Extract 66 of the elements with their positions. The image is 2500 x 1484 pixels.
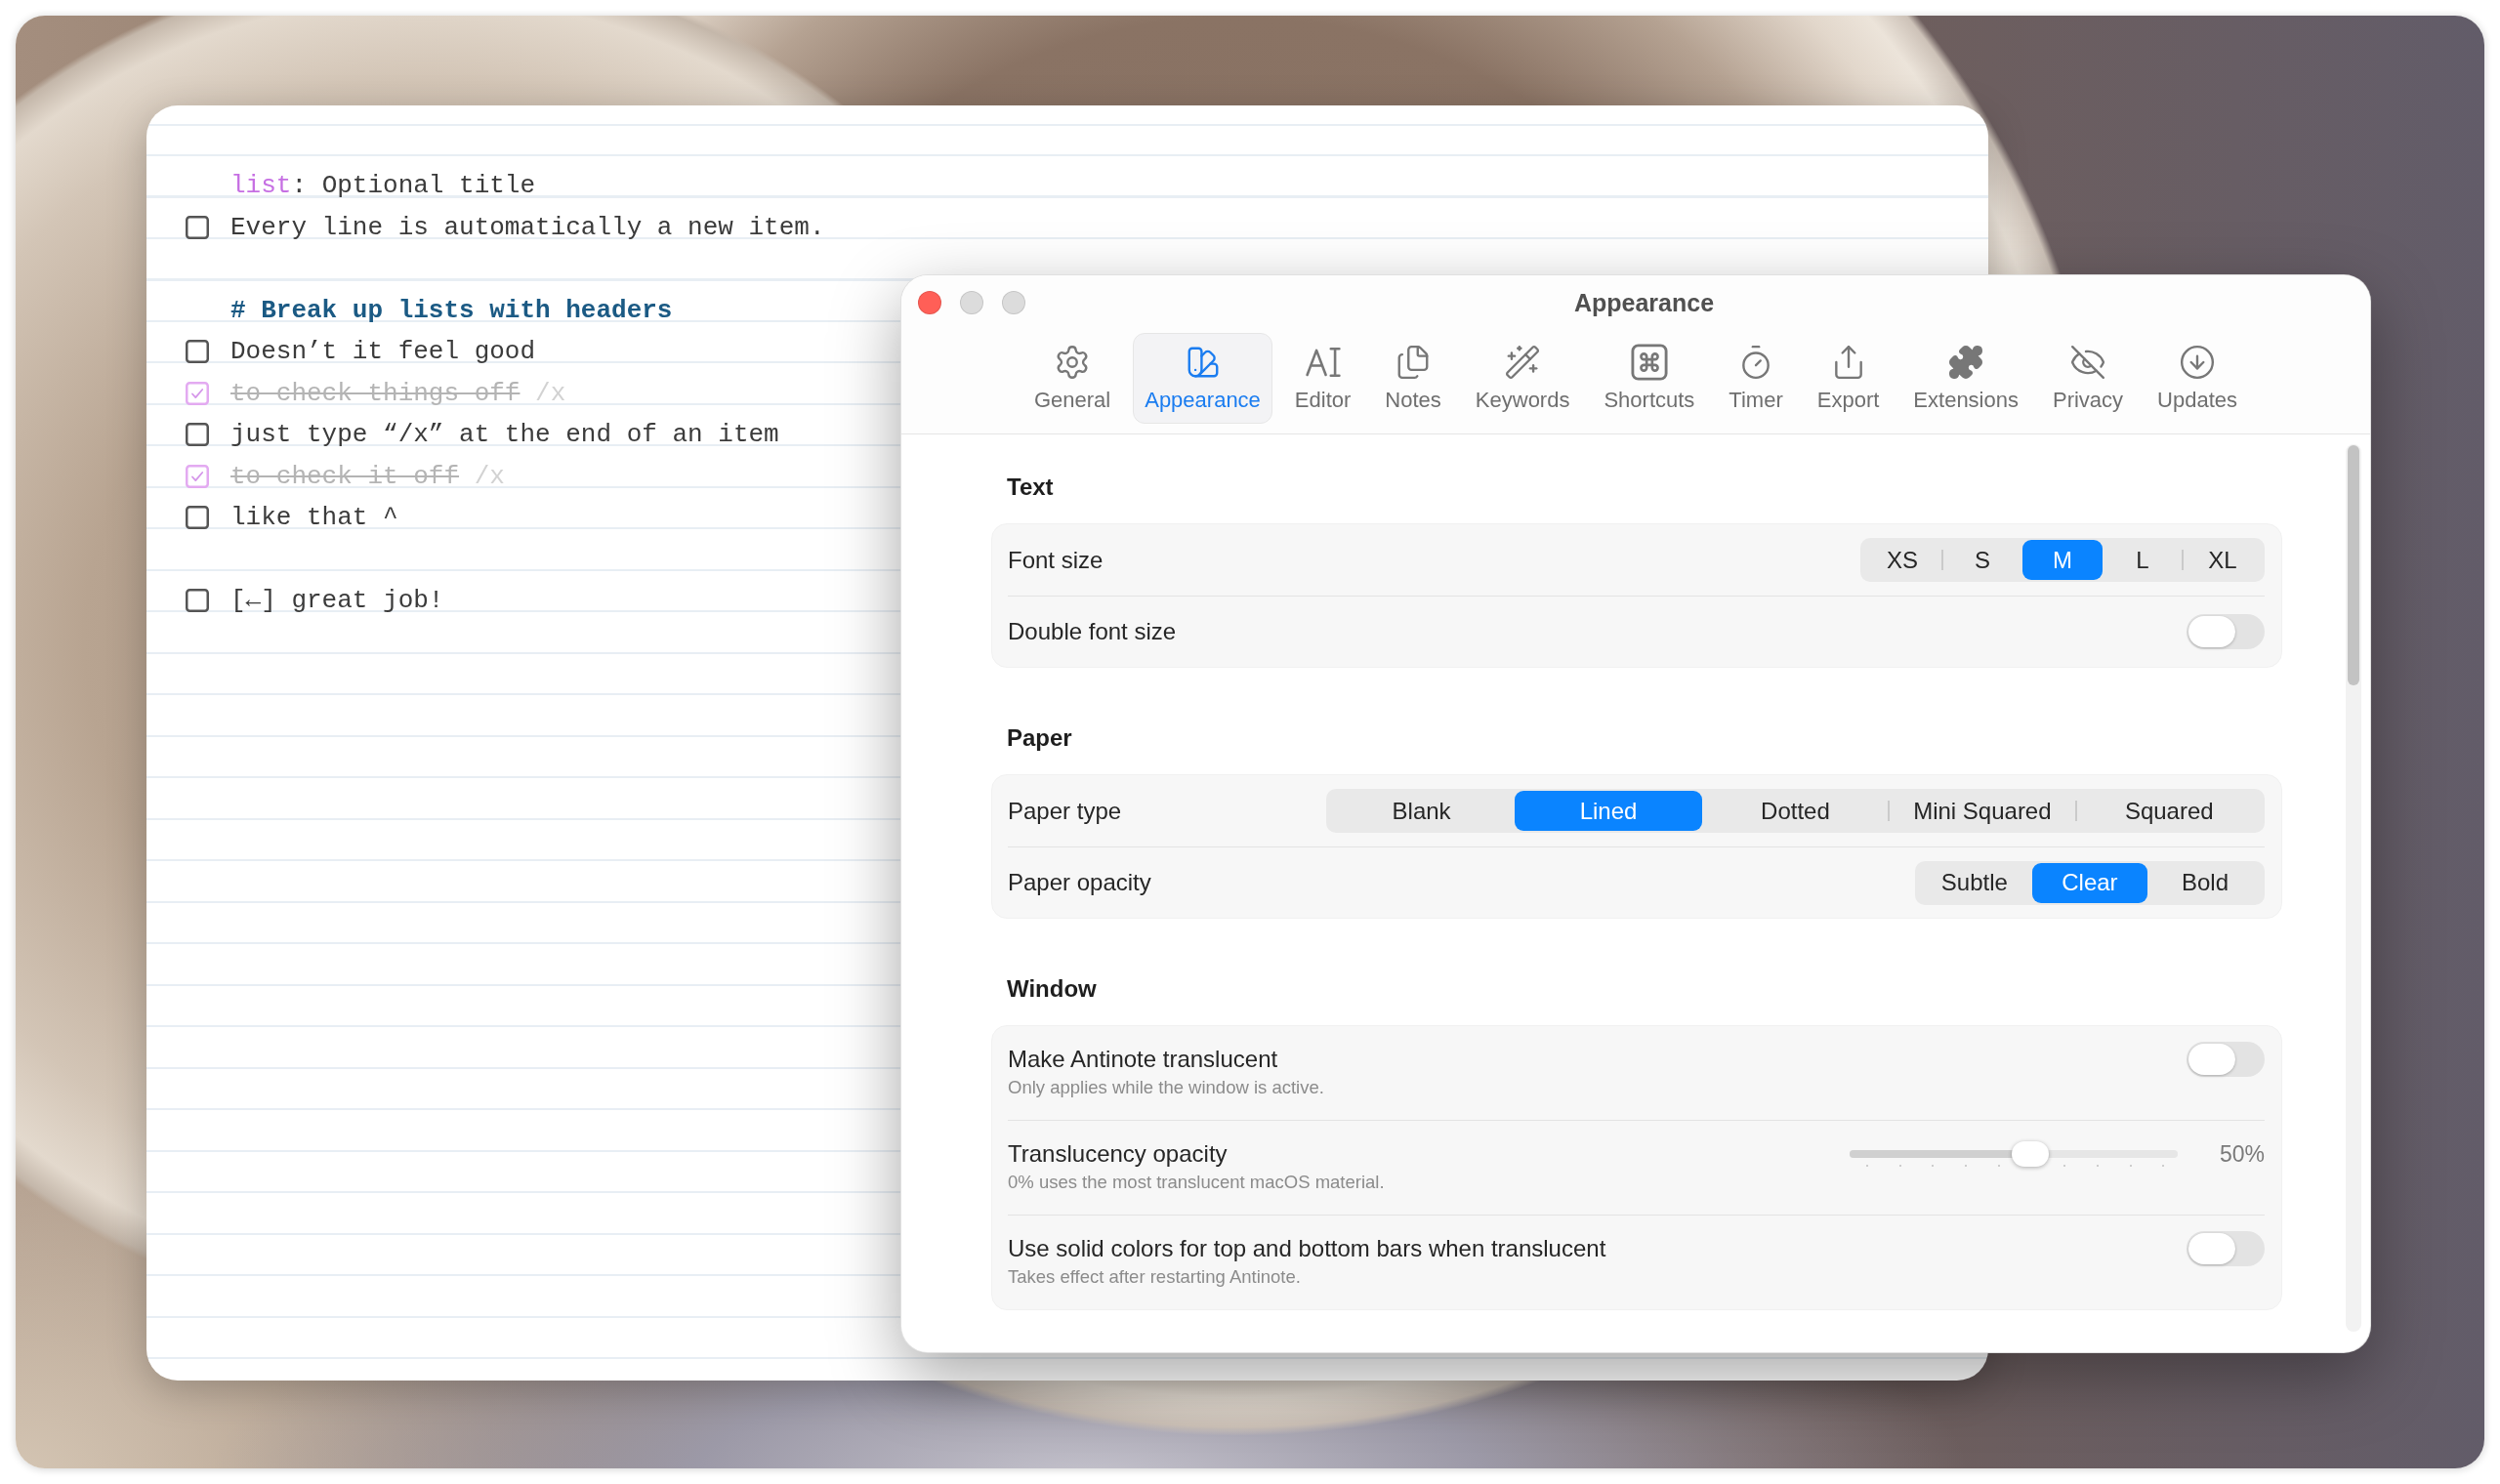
section-title: Paper bbox=[1007, 724, 1072, 752]
setting-label: Use solid colors for top and bottom bars when translucent bbox=[1008, 1234, 1606, 1263]
toolbar-tab[interactable]: Appearance bbox=[1133, 333, 1272, 424]
segment-button[interactable]: Subtle bbox=[1916, 862, 2032, 903]
list-title: list: Optional title bbox=[230, 171, 536, 201]
eye-slash-icon bbox=[2069, 344, 2107, 381]
command-key-icon bbox=[1630, 344, 1668, 381]
list-item-text: [←] great job! bbox=[230, 586, 444, 616]
toolbar-tab[interactable]: Updates bbox=[2146, 333, 2250, 424]
setting-label: Double font size bbox=[1008, 617, 1177, 646]
setting-description: Takes effect after restarting Antinote. bbox=[1008, 1265, 1301, 1289]
segment-button[interactable]: Lined bbox=[1515, 791, 1702, 831]
setting-label: Make Antinote translucent bbox=[1008, 1045, 1278, 1074]
toolbar-tab[interactable]: Shortcuts bbox=[1592, 333, 1707, 424]
toggle-switch[interactable] bbox=[2187, 614, 2265, 649]
segment-button[interactable]: XL bbox=[2183, 540, 2263, 580]
list-item-text: Every line is automatically a new item. bbox=[230, 212, 825, 242]
checkbox[interactable] bbox=[186, 340, 209, 364]
setting-description: 0% uses the most translucent macOS material. bbox=[1008, 1171, 1385, 1194]
segment-button[interactable]: Bold bbox=[2146, 862, 2263, 903]
setting-label: Translucency opacity bbox=[1008, 1139, 1228, 1169]
checkbox[interactable] bbox=[186, 506, 209, 530]
section-title: Window bbox=[1007, 975, 1097, 1003]
puzzle-piece-icon bbox=[1947, 344, 1985, 381]
segment-button[interactable]: Blank bbox=[1327, 791, 1516, 831]
toggle-switch[interactable] bbox=[2187, 1231, 2265, 1266]
close-button[interactable] bbox=[918, 291, 941, 314]
list-header: # Break up lists with headers bbox=[230, 295, 673, 325]
toolbar-tab[interactable]: Keywords bbox=[1463, 333, 1582, 424]
checkbox[interactable] bbox=[186, 215, 209, 239]
segment-button[interactable]: Clear bbox=[2031, 862, 2147, 903]
toggle-switch[interactable] bbox=[2187, 1042, 2265, 1077]
toolbar-tab[interactable]: Privacy bbox=[2041, 333, 2136, 424]
toolbar-tab[interactable]: Export bbox=[1805, 333, 1892, 424]
magic-wand-icon bbox=[1504, 344, 1542, 381]
scrollbar[interactable] bbox=[2346, 444, 2361, 1332]
slider-value: 50% bbox=[2219, 1140, 2265, 1168]
scrollbar-thumb[interactable] bbox=[2348, 445, 2359, 685]
toolbar-tab[interactable]: Editor bbox=[1282, 333, 1363, 424]
download-circle-icon bbox=[2179, 344, 2217, 381]
toolbar-tab[interactable]: General bbox=[1021, 333, 1123, 424]
segment-button[interactable]: S bbox=[1941, 540, 2022, 580]
window-title: Appearance bbox=[1573, 288, 1715, 317]
checkbox[interactable] bbox=[186, 589, 209, 613]
segment-button[interactable]: M bbox=[2021, 540, 2103, 580]
slider-track[interactable] bbox=[1849, 1139, 2178, 1169]
setting-label: Paper type bbox=[1008, 796, 1122, 826]
segment-button[interactable]: XS bbox=[1861, 540, 1942, 580]
setting-label: Paper opacity bbox=[1008, 868, 1151, 897]
checkbox[interactable] bbox=[186, 464, 209, 488]
toolbar-tab[interactable]: Extensions bbox=[1901, 333, 2030, 424]
setting-description: Only applies while the window is active. bbox=[1008, 1076, 1324, 1099]
checkbox[interactable] bbox=[186, 423, 209, 447]
segment-button[interactable]: Dotted bbox=[1701, 791, 1890, 831]
toolbar-tab[interactable]: Notes bbox=[1373, 333, 1453, 424]
segment-button[interactable]: Mini Squared bbox=[1889, 791, 2076, 831]
checkbox[interactable] bbox=[186, 381, 209, 405]
list-item-text: Doesn’t it feel good bbox=[230, 337, 536, 367]
segment-button[interactable]: L bbox=[2102, 540, 2183, 580]
setting-label: Font size bbox=[1008, 545, 1104, 575]
slider-thumb[interactable] bbox=[2011, 1141, 2049, 1167]
list-item-text: like that ^ bbox=[230, 503, 398, 533]
list-item-text: just type “/x” at the end of an item bbox=[230, 420, 779, 450]
toolbar-tab[interactable]: Timer bbox=[1717, 333, 1795, 424]
segment-button[interactable]: Squared bbox=[2075, 791, 2263, 831]
section-title: Text bbox=[1007, 474, 1054, 501]
